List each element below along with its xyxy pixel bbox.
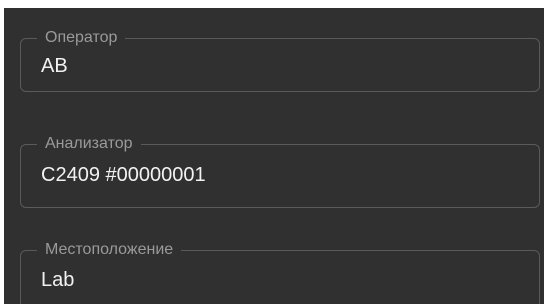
location-field[interactable]: Местоположение Lab <box>20 238 540 304</box>
location-field-label: Местоположение <box>37 238 182 262</box>
analyzer-field-label: Анализатор <box>37 132 141 156</box>
analyzer-field[interactable]: Анализатор C2409 #00000001 <box>20 132 540 208</box>
settings-panel: Оператор AB Анализатор C2409 #00000001 М… <box>4 8 544 304</box>
operator-field-label: Оператор <box>37 26 126 50</box>
location-field-value[interactable]: Lab <box>41 267 74 293</box>
analyzer-field-value[interactable]: C2409 #00000001 <box>41 162 206 188</box>
operator-field[interactable]: Оператор AB <box>20 26 540 92</box>
operator-field-value[interactable]: AB <box>41 53 68 79</box>
